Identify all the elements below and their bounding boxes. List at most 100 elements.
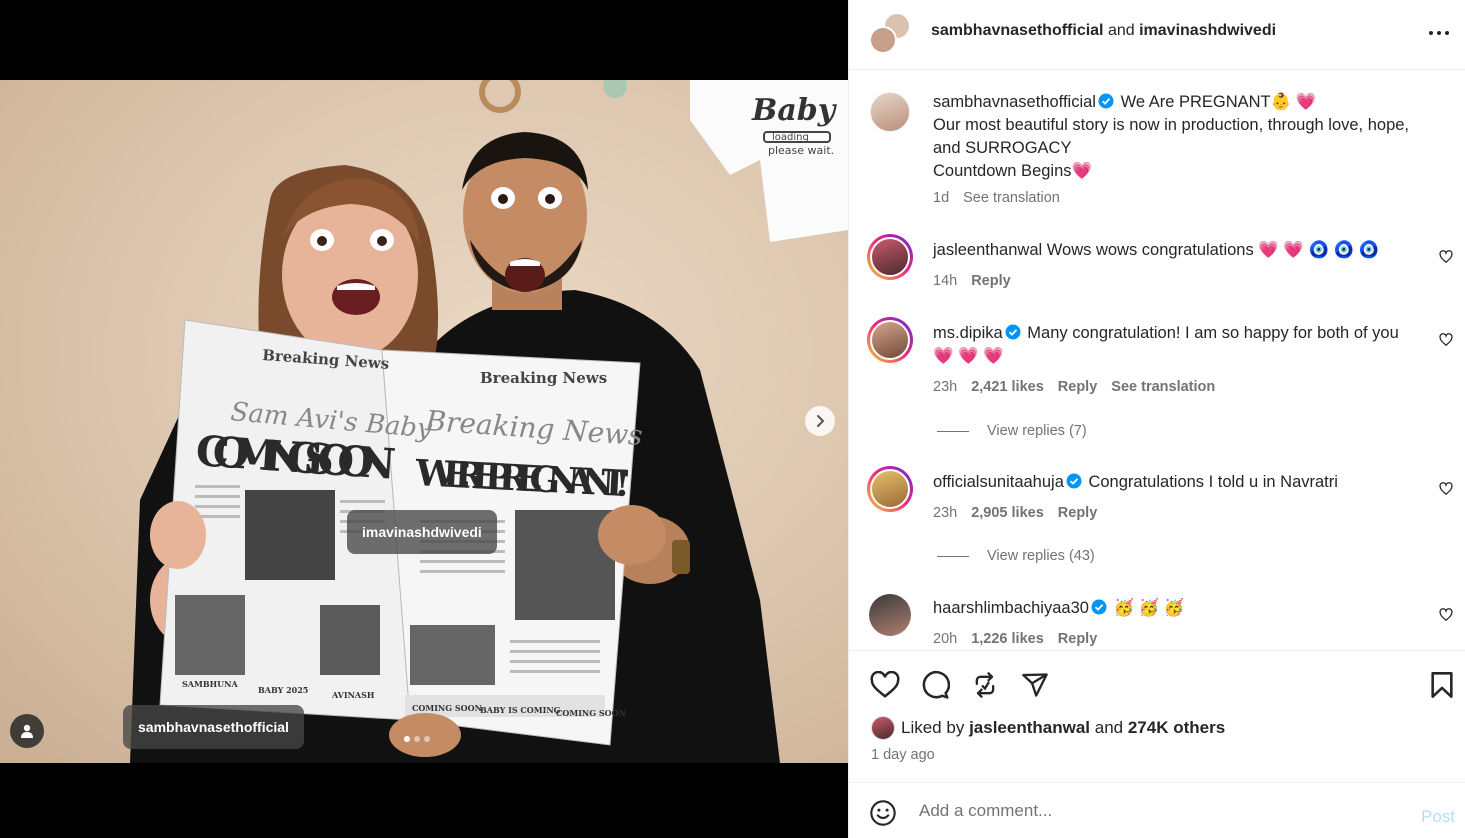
smiley-icon xyxy=(870,800,896,826)
comment-likes[interactable]: 2,905 likes xyxy=(971,505,1044,521)
like-button[interactable] xyxy=(869,669,901,701)
comment-meta: 23h 2,421 likes Reply See translation xyxy=(933,379,1215,395)
like-comment-heart-icon[interactable] xyxy=(1439,608,1453,622)
view-replies-label: View replies (7) xyxy=(987,423,1087,439)
comment-bubble-icon xyxy=(922,670,950,699)
verified-badge-icon xyxy=(1066,473,1082,489)
newspaper-footer-left: COMING SOON xyxy=(412,703,482,713)
avatar[interactable] xyxy=(867,317,913,363)
comment-text: officialsunitaahuja Congratulations I to… xyxy=(933,471,1413,494)
verified-badge-icon xyxy=(1091,599,1107,615)
avatar[interactable] xyxy=(867,466,913,512)
paper-plane-icon xyxy=(1022,673,1048,697)
post-photo[interactable]: Baby loading please wait. Breaking News … xyxy=(0,80,848,763)
reply-button[interactable]: Reply xyxy=(971,273,1011,289)
user-tag-sambhavnasethofficial[interactable]: sambhavnasethofficial xyxy=(123,705,304,749)
user-tag-imavinashdwivedi[interactable]: imavinashdwivedi xyxy=(347,510,497,554)
likes-joiner: and xyxy=(1094,718,1124,737)
carousel-next-button[interactable] xyxy=(805,406,835,436)
header-user-1[interactable]: sambhavnasethofficial xyxy=(931,22,1104,39)
avatar xyxy=(871,716,895,740)
post-timestamp[interactable]: 1 day ago xyxy=(871,747,935,763)
replies-divider-line xyxy=(937,430,969,432)
comments-scroll-area[interactable]: sambhavnasethofficial We Are PREGNANT👶 💗… xyxy=(849,70,1465,650)
reply-button[interactable]: Reply xyxy=(1058,631,1098,647)
comment-time[interactable]: 23h xyxy=(933,505,957,521)
see-translation-link[interactable]: See translation xyxy=(1111,379,1215,395)
instagram-post-modal: Baby loading please wait. Breaking News … xyxy=(0,0,1465,838)
comment-meta: 20h 1,226 likes Reply xyxy=(933,631,1097,647)
collab-avatars[interactable] xyxy=(869,12,913,56)
comment-text: haarshlimbachiyaa30 🥳 🥳 🥳 xyxy=(933,597,1413,620)
newspaper-bottom-left: SAMBHUNA xyxy=(182,679,238,689)
chevron-right-icon xyxy=(817,415,824,427)
comment-button[interactable] xyxy=(919,669,951,701)
reply-button[interactable]: Reply xyxy=(1058,379,1098,395)
likes-username[interactable]: jasleenthanwal xyxy=(969,718,1090,738)
view-replies-button[interactable]: View replies (43) xyxy=(937,548,1095,564)
avatar[interactable] xyxy=(870,92,910,132)
like-comment-heart-icon[interactable] xyxy=(1439,250,1453,264)
comment-username[interactable]: ms.dipika xyxy=(933,324,1003,342)
comment-body: Congratulations I told u in Navratri xyxy=(1088,473,1338,491)
carousel-dot xyxy=(424,736,430,742)
comment-time[interactable]: 23h xyxy=(933,379,957,395)
svg-text:please wait.: please wait. xyxy=(768,144,834,157)
comment-likes[interactable]: 1,226 likes xyxy=(971,631,1044,647)
tagged-users-button[interactable] xyxy=(10,714,44,748)
comment-username[interactable]: haarshlimbachiyaa30 xyxy=(933,599,1089,617)
newspaper-bottom-right: AVINASH xyxy=(331,690,375,700)
photo-illustration: Baby loading please wait. Breaking News … xyxy=(130,80,848,763)
comment-username[interactable]: jasleenthanwal xyxy=(933,241,1042,259)
post-comment-button[interactable]: Post xyxy=(1421,807,1455,827)
caption-time[interactable]: 1d xyxy=(933,190,949,206)
heart-icon xyxy=(870,671,900,698)
likes-others-link[interactable]: 274K others xyxy=(1128,718,1225,738)
caption-line-1: We Are PREGNANT👶 💗 xyxy=(1120,93,1317,111)
like-comment-heart-icon[interactable] xyxy=(1439,333,1453,347)
see-translation-link[interactable]: See translation xyxy=(963,190,1060,206)
post-header-title: sambhavnasethofficial and imavinashdwive… xyxy=(931,22,1276,40)
newspaper-bottom-mid: BABY 2025 xyxy=(258,685,308,695)
comment-body: Wows wows congratulations 💗 💗 🧿 🧿 🧿 xyxy=(1046,241,1380,259)
caption-text: sambhavnasethofficial We Are PREGNANT👶 💗… xyxy=(933,91,1413,183)
post-header: sambhavnasethofficial and imavinashdwive… xyxy=(849,0,1465,70)
comment-username[interactable]: officialsunitaahuja xyxy=(933,473,1064,491)
carousel-dot xyxy=(404,736,410,742)
view-replies-button[interactable]: View replies (7) xyxy=(937,423,1087,439)
replies-divider-line xyxy=(937,555,969,557)
like-comment-heart-icon[interactable] xyxy=(1439,482,1453,496)
comment-time[interactable]: 14h xyxy=(933,273,957,289)
caption-line-2: Our most beautiful story is now in produ… xyxy=(933,116,1410,157)
more-horizontal-icon xyxy=(1429,31,1449,35)
carousel-dot xyxy=(414,736,420,742)
comment-text: jasleenthanwal Wows wows congratulations… xyxy=(933,239,1413,262)
more-options-button[interactable] xyxy=(1427,24,1451,47)
header-user-2[interactable]: imavinashdwivedi xyxy=(1139,22,1276,39)
comment-time[interactable]: 20h xyxy=(933,631,957,647)
avatar xyxy=(869,26,897,54)
emoji-button[interactable] xyxy=(869,799,897,832)
reply-button[interactable]: Reply xyxy=(1058,505,1098,521)
verified-badge-icon xyxy=(1005,324,1021,340)
newspaper-footer-mid: BABY IS COMING xyxy=(480,705,561,715)
repost-button[interactable] xyxy=(969,669,1001,701)
save-button[interactable] xyxy=(1426,669,1458,701)
bookmark-icon xyxy=(1431,672,1453,698)
baby-shirt: Baby loading please wait. xyxy=(690,80,848,242)
avatar[interactable] xyxy=(869,594,911,636)
post-details-panel: sambhavnasethofficial and imavinashdwive… xyxy=(848,0,1465,838)
repost-icon xyxy=(975,672,995,698)
header-joiner: and xyxy=(1107,22,1135,39)
comment-meta: 23h 2,905 likes Reply xyxy=(933,505,1097,521)
comment-input[interactable] xyxy=(919,797,1399,825)
share-button[interactable] xyxy=(1019,669,1051,701)
newspaper-footer-right: COMING SOON xyxy=(556,708,626,718)
newspaper-masthead-right: Breaking News xyxy=(480,369,607,387)
comment-text: ms.dipika Many congratulation! I am so h… xyxy=(933,322,1418,368)
comment-body: 🥳 🥳 🥳 xyxy=(1113,599,1185,617)
avatar[interactable] xyxy=(867,234,913,280)
comment-likes[interactable]: 2,421 likes xyxy=(971,379,1044,395)
view-replies-label: View replies (43) xyxy=(987,548,1095,564)
caption-username[interactable]: sambhavnasethofficial xyxy=(933,93,1096,111)
